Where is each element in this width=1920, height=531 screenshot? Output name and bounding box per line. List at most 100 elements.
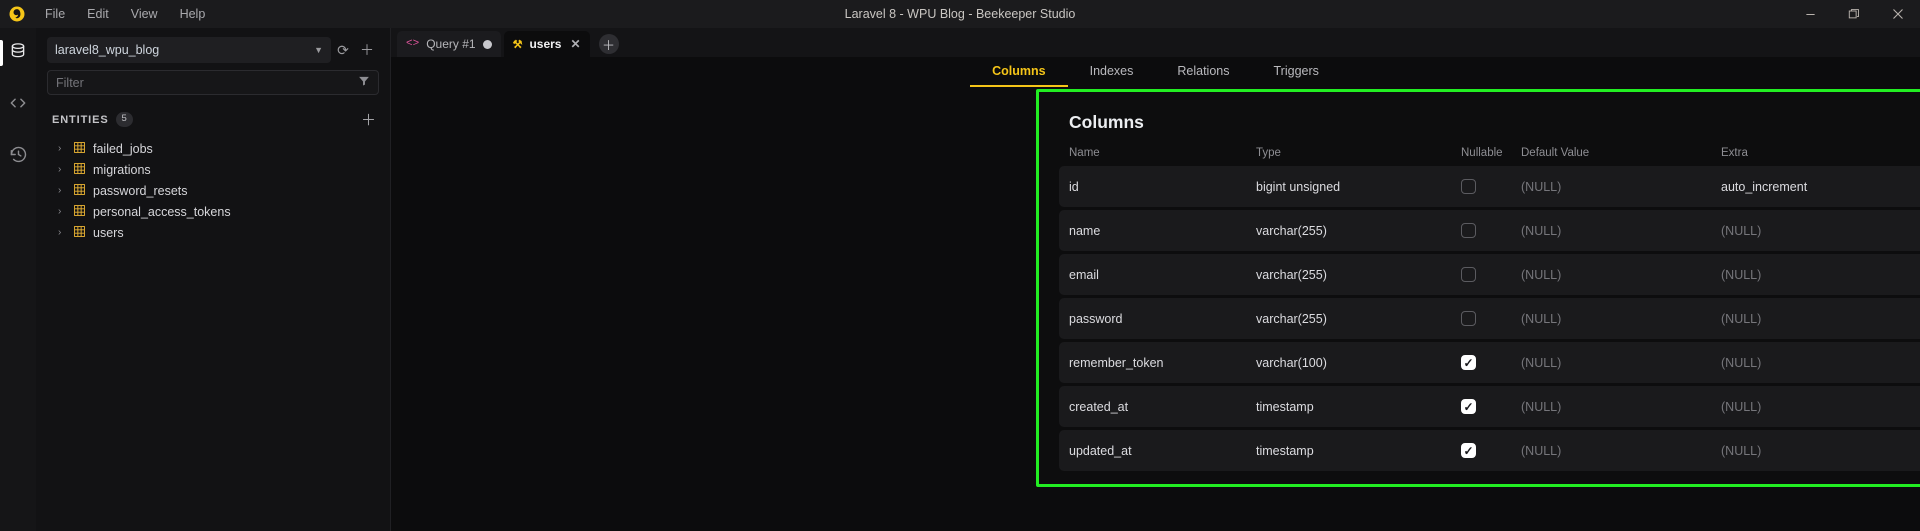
chevron-right-icon[interactable]: ›	[58, 185, 66, 196]
menu-item-edit[interactable]: Edit	[76, 4, 120, 24]
cell-extra: (NULL)	[1721, 224, 1920, 238]
tab-query-1[interactable]: <> Query #1	[397, 31, 501, 57]
table-row[interactable]: created_at timestamp (NULL) (NULL) ✕	[1059, 386, 1920, 427]
title-bar: File Edit View Help Laravel 8 - WPU Blog…	[0, 0, 1920, 28]
table-icon	[74, 163, 85, 177]
nullable-checkbox[interactable]	[1461, 223, 1476, 238]
cell-extra: (NULL)	[1721, 312, 1920, 326]
list-item[interactable]: › personal_access_tokens	[47, 201, 379, 222]
tab-columns[interactable]: Columns	[970, 57, 1067, 87]
database-selector-row: laravel8_wpu_blog ▼ ⟳ ＋	[47, 37, 379, 63]
cell-nullable	[1461, 399, 1521, 414]
list-item[interactable]: › migrations	[47, 159, 379, 180]
cell-extra: (NULL)	[1721, 268, 1920, 282]
cell-nullable	[1461, 355, 1521, 370]
cell-type: varchar(255)	[1256, 312, 1461, 326]
column-header-extra: Extra	[1721, 147, 1920, 159]
cell-name: created_at	[1059, 400, 1256, 414]
cell-default: (NULL)	[1521, 268, 1721, 282]
columns-panel: Columns +	[1039, 92, 1920, 484]
refresh-database-icon[interactable]: ⟳	[331, 37, 355, 63]
window-title: Laravel 8 - WPU Blog - Beekeeper Studio	[0, 7, 1920, 21]
add-connection-icon[interactable]: ＋	[355, 37, 379, 63]
cell-type: varchar(255)	[1256, 268, 1461, 282]
chevron-right-icon[interactable]: ›	[58, 143, 66, 154]
list-item[interactable]: › users	[47, 222, 379, 243]
table-icon	[74, 226, 85, 240]
nullable-checkbox[interactable]	[1461, 179, 1476, 194]
unsaved-indicator-icon	[483, 40, 492, 49]
nullable-checkbox[interactable]	[1461, 399, 1476, 414]
menu-item-file[interactable]: File	[34, 4, 76, 24]
table-row[interactable]: id bigint unsigned (NULL) auto_increment…	[1059, 166, 1920, 207]
entities-label: ENTITIES	[52, 114, 109, 126]
cell-nullable	[1461, 443, 1521, 458]
code-brackets-icon	[8, 93, 28, 118]
table-row[interactable]: updated_at timestamp (NULL) (NULL) ✕	[1059, 430, 1920, 471]
cell-nullable	[1461, 179, 1521, 194]
filter-input[interactable]	[56, 76, 358, 90]
rail-item-history[interactable]	[0, 142, 36, 172]
cell-extra: auto_increment	[1721, 180, 1920, 194]
close-icon[interactable]	[1876, 0, 1920, 28]
table-row[interactable]: email varchar(255) (NULL) (NULL) ✕	[1059, 254, 1920, 295]
table-icon	[74, 184, 85, 198]
table-row[interactable]: remember_token varchar(100) (NULL) (NULL…	[1059, 342, 1920, 383]
column-header-type: Type	[1256, 147, 1461, 159]
main-area: <> Query #1 ⚒ users ✕ ＋ Columns Indexes …	[391, 28, 1920, 531]
nullable-checkbox[interactable]	[1461, 311, 1476, 326]
entity-name: migrations	[93, 163, 151, 177]
cell-default: (NULL)	[1521, 356, 1721, 370]
cell-default: (NULL)	[1521, 312, 1721, 326]
filter-funnel-icon[interactable]	[358, 75, 370, 90]
icon-rail	[0, 28, 36, 531]
columns-panel-highlight: Columns +	[1036, 89, 1920, 487]
tab-triggers[interactable]: Triggers	[1252, 57, 1341, 87]
tab-indexes[interactable]: Indexes	[1068, 57, 1156, 87]
chevron-right-icon[interactable]: ›	[58, 206, 66, 217]
add-tab-icon[interactable]: ＋	[599, 34, 619, 54]
menu-bar: File Edit View Help	[34, 4, 216, 24]
entity-name: users	[93, 226, 124, 240]
cell-name: password	[1059, 312, 1256, 326]
nullable-checkbox[interactable]	[1461, 443, 1476, 458]
restore-icon[interactable]	[1832, 0, 1876, 28]
entity-list: › failed_jobs › migrations ›	[47, 138, 379, 243]
cell-name: name	[1059, 224, 1256, 238]
nullable-checkbox[interactable]	[1461, 267, 1476, 282]
tab-label: Query #1	[426, 37, 475, 51]
cell-nullable	[1461, 223, 1521, 238]
database-selector[interactable]: laravel8_wpu_blog ▼	[47, 37, 331, 63]
tab-relations[interactable]: Relations	[1155, 57, 1251, 87]
list-item[interactable]: › password_resets	[47, 180, 379, 201]
table-row[interactable]: name varchar(255) (NULL) (NULL) ✕	[1059, 210, 1920, 251]
table-header-row: Name Type Nullable Default Value Extra P…	[1059, 140, 1920, 166]
cell-default: (NULL)	[1521, 180, 1721, 194]
column-header-name: Name	[1059, 147, 1256, 159]
rail-item-database[interactable]	[0, 38, 36, 68]
history-clock-icon	[9, 145, 28, 169]
cell-extra: (NULL)	[1721, 356, 1920, 370]
cell-extra: (NULL)	[1721, 444, 1920, 458]
sub-tab-bar: Columns Indexes Relations Triggers	[391, 57, 1920, 87]
tab-users[interactable]: ⚒ users ✕	[504, 31, 590, 57]
list-item[interactable]: › failed_jobs	[47, 138, 379, 159]
tab-label: users	[529, 37, 561, 51]
code-brackets-icon: <>	[406, 38, 419, 50]
chevron-right-icon[interactable]: ›	[58, 164, 66, 175]
minimize-icon[interactable]	[1788, 0, 1832, 28]
cell-type: timestamp	[1256, 400, 1461, 414]
chevron-down-icon: ▼	[314, 45, 323, 55]
menu-item-view[interactable]: View	[120, 4, 169, 24]
rail-item-query[interactable]	[0, 90, 36, 120]
add-entity-icon[interactable]: ＋	[361, 109, 376, 130]
entity-name: personal_access_tokens	[93, 205, 231, 219]
menu-item-help[interactable]: Help	[169, 4, 217, 24]
chevron-right-icon[interactable]: ›	[58, 227, 66, 238]
entities-count-badge: 5	[116, 112, 133, 127]
close-tab-icon[interactable]: ✕	[570, 37, 580, 51]
entities-header: ENTITIES 5 ＋	[47, 109, 379, 130]
table-row[interactable]: password varchar(255) (NULL) (NULL) ✕	[1059, 298, 1920, 339]
nullable-checkbox[interactable]	[1461, 355, 1476, 370]
cell-default: (NULL)	[1521, 444, 1721, 458]
